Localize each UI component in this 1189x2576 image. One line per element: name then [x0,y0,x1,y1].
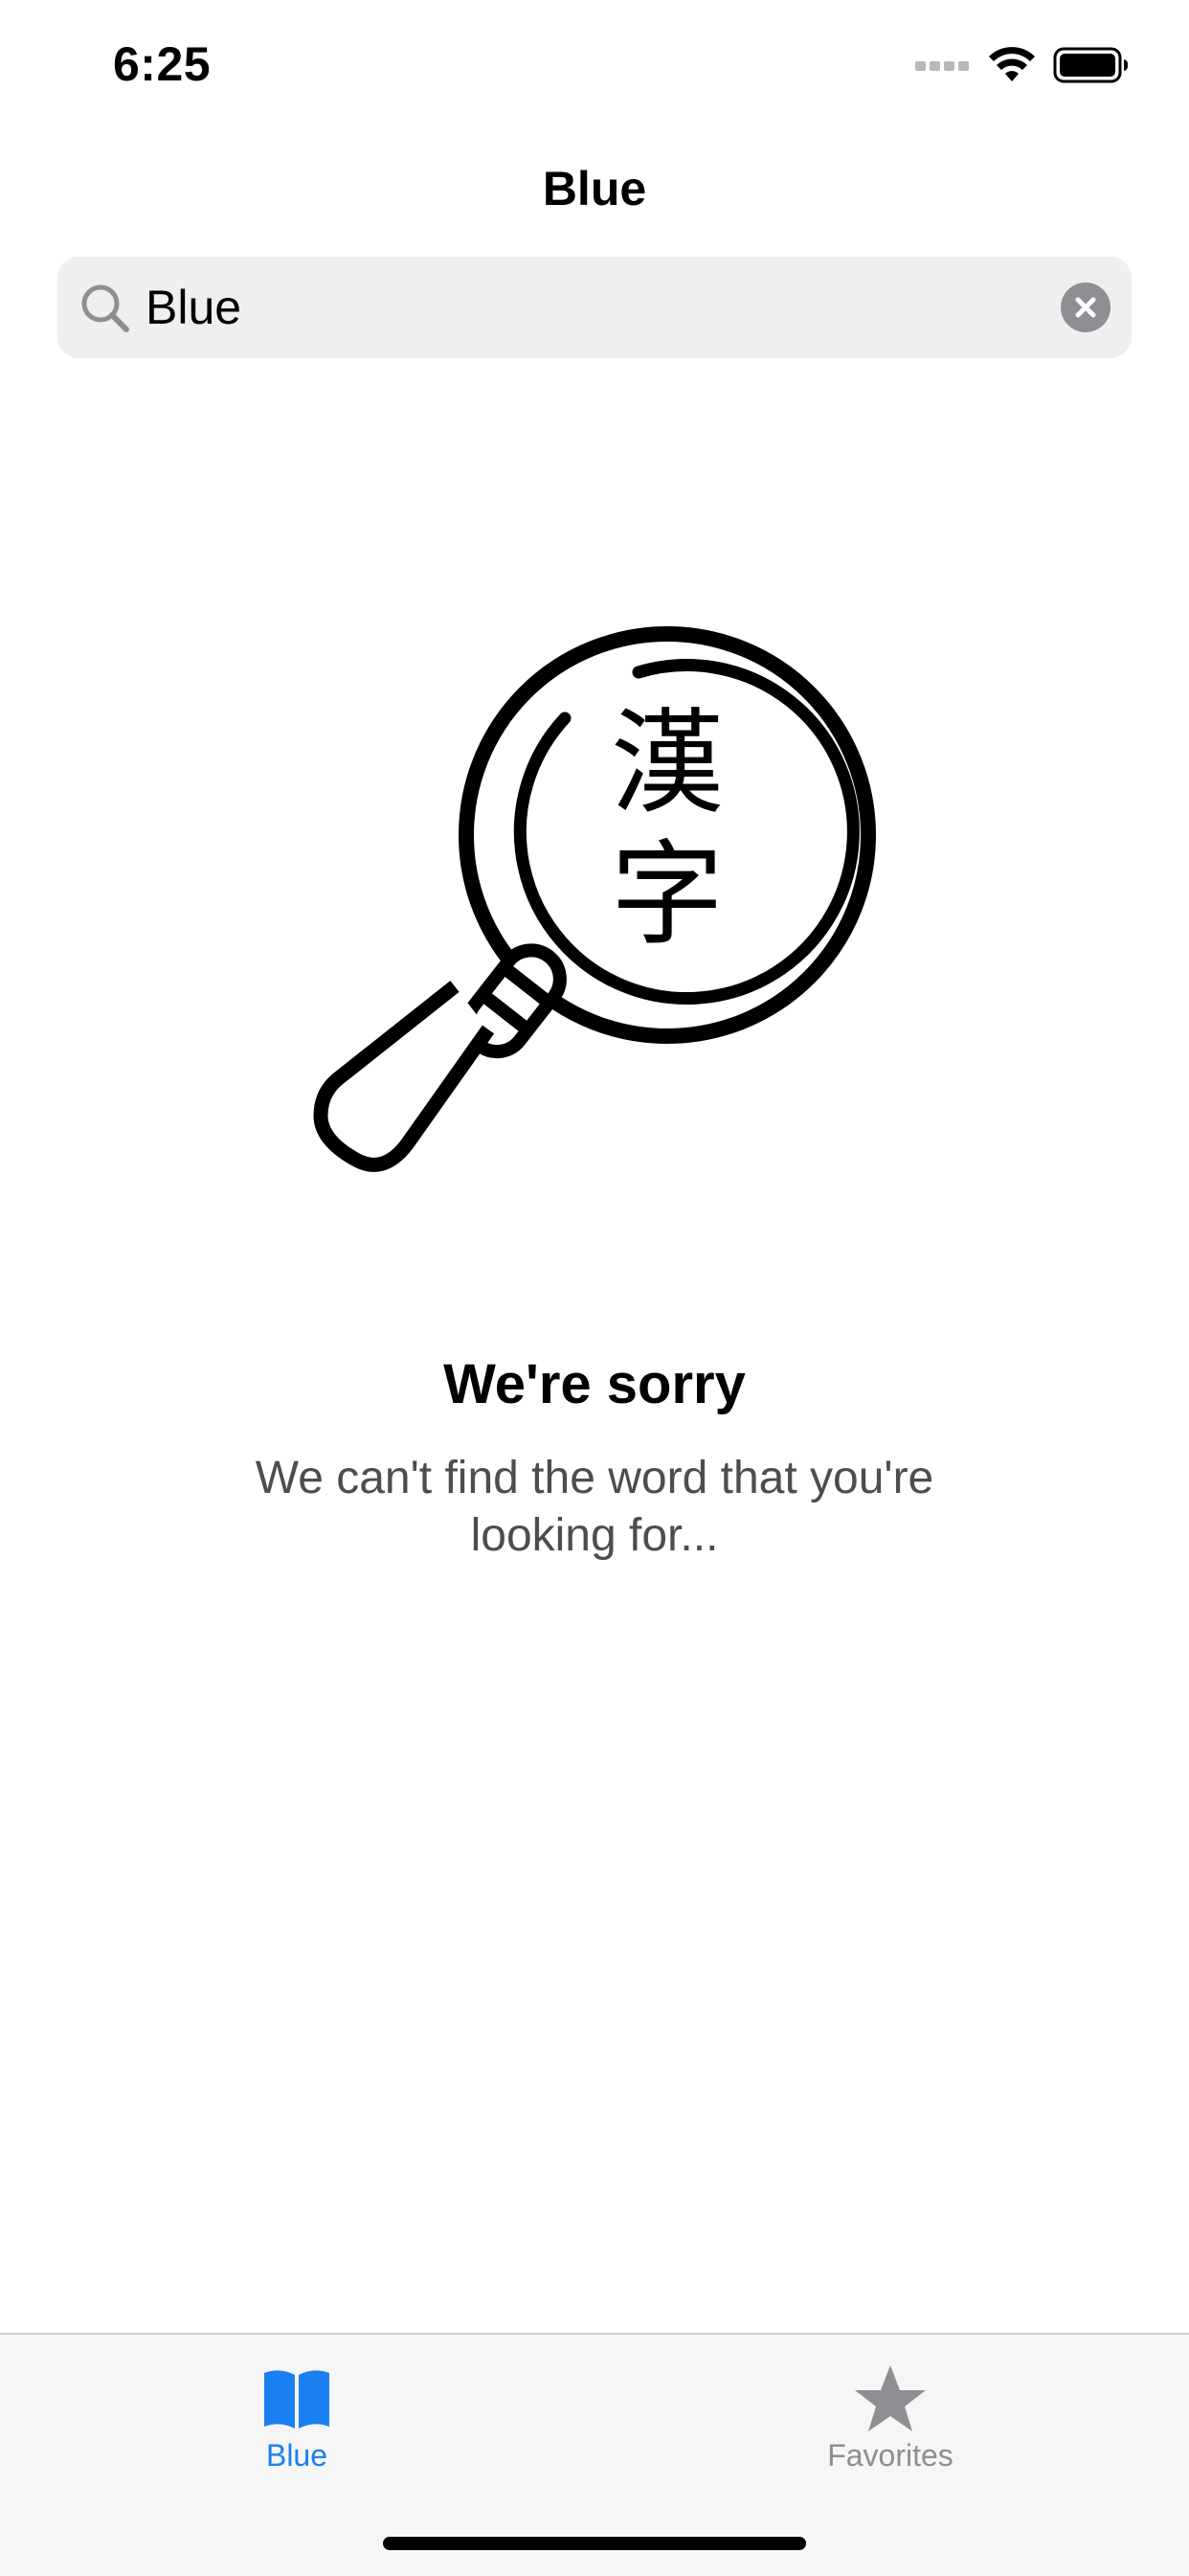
clear-icon [1075,297,1096,318]
tab-favorites[interactable]: Favorites [737,2335,1043,2497]
clear-search-button[interactable] [1061,282,1110,332]
kanji-character-2: 字 [611,828,724,960]
tab-favorites-label: Favorites [827,2438,953,2473]
tab-blue[interactable]: Blue [144,2335,450,2497]
wifi-icon [989,47,1035,81]
status-bar: 6:25 [0,0,1189,134]
search-icon [81,284,129,332]
empty-state-message: We can't find the word that you're looki… [255,1453,934,1561]
book-icon [264,2370,329,2429]
battery-icon [1053,47,1129,83]
empty-state-title: We're sorry [443,1353,746,1415]
search-bar[interactable] [57,257,1132,358]
page-title: Blue [542,162,647,215]
tab-blue-label: Blue [265,2438,328,2473]
search-input[interactable] [146,257,1007,358]
star-icon [855,2365,926,2431]
magnifier-kanji-icon: 漢 字 [313,626,876,1172]
status-icons [915,44,1130,86]
status-time: 6:25 [113,37,212,91]
signal-icon [915,61,969,71]
kanji-character-1: 漢 [611,697,724,829]
home-indicator[interactable] [383,2537,806,2550]
